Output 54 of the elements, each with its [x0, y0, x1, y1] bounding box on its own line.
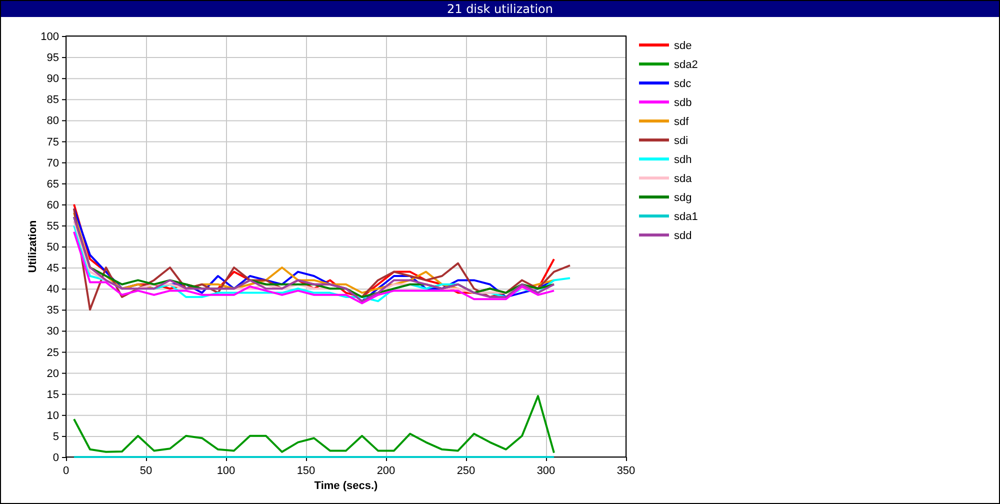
x-axis-label: Time (secs.): [314, 480, 378, 492]
legend-label: sdd: [674, 230, 692, 242]
x-tick-label: 350: [616, 465, 636, 477]
legend-label: sda1: [674, 211, 698, 223]
y-tick-label: 15: [46, 388, 59, 401]
y-tick-label: 55: [46, 220, 59, 232]
y-tick-label: 85: [46, 94, 59, 106]
legend-label: sdi: [674, 135, 688, 147]
y-tick-label: 70: [46, 157, 59, 170]
y-tick-label: 60: [46, 199, 59, 212]
y-tick-label: 25: [46, 346, 59, 359]
legend-line: [639, 234, 669, 236]
legend-label: sdb: [674, 97, 692, 109]
y-tick-label: 5: [52, 430, 59, 443]
legend-line: [639, 214, 669, 218]
y-tick-label: 30: [46, 326, 59, 338]
legend-line: [639, 196, 669, 198]
legend-label: sda: [674, 173, 692, 185]
legend-label: sdf: [674, 116, 689, 128]
y-tick-label: 95: [46, 52, 59, 64]
x-tick-label: 200: [376, 465, 396, 477]
legend-line: [639, 120, 669, 122]
y-tick-label: 90: [46, 73, 59, 86]
legend-line: [639, 100, 669, 104]
y-tick-label: 65: [46, 178, 59, 190]
x-tick-label: 150: [296, 465, 316, 477]
x-tick-label: 50: [140, 465, 152, 477]
y-tick-label: 35: [46, 304, 59, 317]
y-tick-label: 40: [46, 284, 59, 296]
y-axis-label: Utilization: [27, 220, 39, 273]
x-tick-label: 100: [216, 465, 236, 477]
y-tick-label: 45: [46, 262, 59, 275]
x-tick-label: 0: [62, 465, 70, 477]
x-tick-label: 250: [456, 465, 476, 477]
legend-line: [639, 176, 669, 180]
legend-label: sdc: [674, 78, 692, 90]
legend-label: sde: [674, 40, 692, 52]
window-title: 21 disk utilization: [446, 2, 553, 16]
y-tick-label: 20: [46, 368, 59, 380]
x-tick-label: 300: [536, 465, 556, 477]
legend-line: [639, 138, 669, 142]
legend-label: sdh: [674, 154, 692, 166]
y-tick-label: 0: [52, 452, 59, 464]
legend-line: [639, 62, 669, 66]
legend-line: [639, 158, 669, 160]
legend-line: [639, 44, 669, 46]
legend-label: sdg: [674, 192, 692, 204]
y-tick-label: 75: [46, 136, 59, 148]
legend-line: [639, 82, 669, 84]
y-tick-label: 50: [46, 242, 59, 254]
y-tick-label: 100: [40, 31, 59, 43]
legend-label: sda2: [674, 59, 698, 71]
y-tick-label: 10: [46, 410, 59, 422]
y-tick-label: 80: [46, 115, 59, 128]
